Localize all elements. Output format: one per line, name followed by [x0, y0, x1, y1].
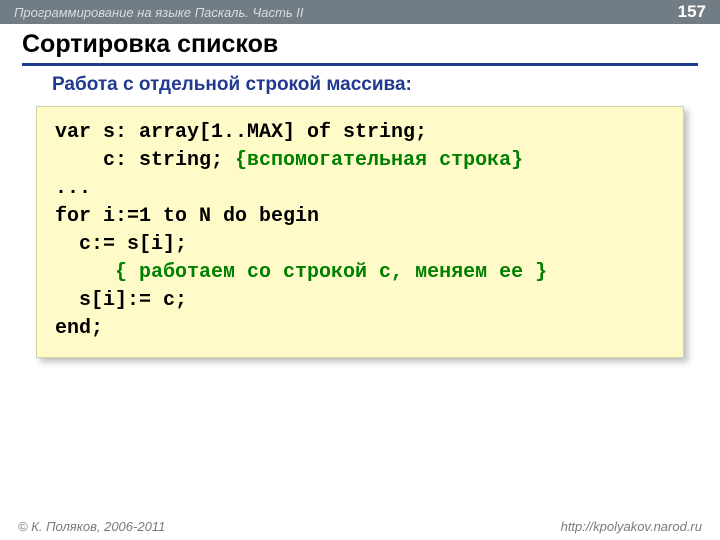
page-subtitle: Работа с отдельной строкой массива:: [22, 66, 698, 96]
code-block-container: var s: array[1..MAX] of string; c: strin…: [0, 96, 720, 358]
code-line: ...: [55, 177, 91, 200]
code-line: [55, 261, 115, 284]
code-line: c: string;: [55, 149, 235, 172]
footer-url: http://kpolyakov.narod.ru: [561, 519, 702, 534]
code-line: var s: array[1..MAX] of string;: [55, 121, 427, 144]
code-line: end;: [55, 317, 103, 340]
code-comment: { работаем со строкой с, меняем ее }: [115, 261, 547, 284]
code-comment: {вспомогательная строка}: [235, 149, 523, 172]
code-line: for i:=1 to N do begin: [55, 205, 319, 228]
copyright: © К. Поляков, 2006-2011: [18, 519, 165, 534]
slide: Программирование на языке Паскаль. Часть…: [0, 0, 720, 540]
code-line: c:= s[i];: [55, 233, 187, 256]
title-block: Сортировка списков Работа с отдельной ст…: [0, 24, 720, 96]
course-title: Программирование на языке Паскаль. Часть…: [14, 5, 304, 20]
code-block: var s: array[1..MAX] of string; c: strin…: [36, 106, 684, 358]
page-number: 157: [678, 2, 706, 22]
code-line: s[i]:= c;: [55, 289, 187, 312]
page-title: Сортировка списков: [22, 30, 698, 66]
footer: © К. Поляков, 2006-2011 http://kpolyakov…: [0, 519, 720, 534]
header-bar: Программирование на языке Паскаль. Часть…: [0, 0, 720, 24]
